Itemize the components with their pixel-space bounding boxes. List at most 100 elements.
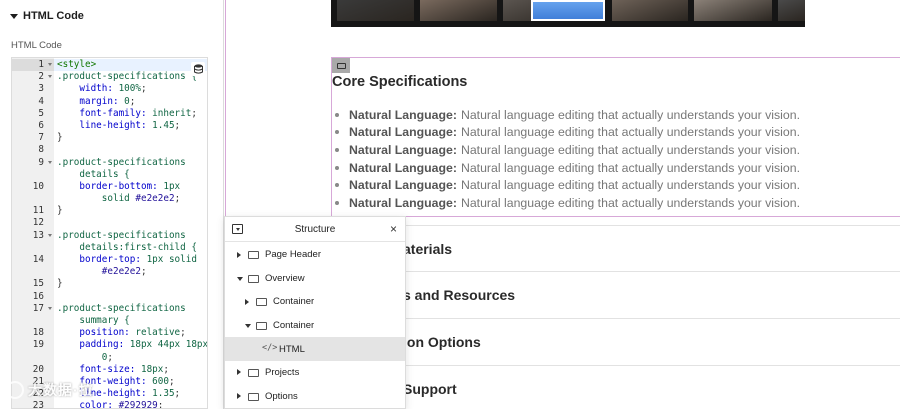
- fold-arrow-icon[interactable]: [48, 75, 52, 79]
- caret-right-icon[interactable]: [237, 369, 241, 376]
- code-token: .product-specifications: [57, 229, 186, 241]
- code-line[interactable]: 8: [12, 144, 207, 156]
- code-token: solid: [168, 254, 197, 265]
- accordion-item[interactable]: s and Resources: [331, 272, 900, 319]
- html-code-section-header[interactable]: HTML Code: [10, 9, 84, 23]
- code-text: margin: 0;: [54, 96, 135, 108]
- gallery-thumbnail[interactable]: [420, 0, 497, 21]
- structure-item-projects[interactable]: Projects: [225, 361, 405, 385]
- structure-item-label: Options: [265, 390, 298, 402]
- code-line[interactable]: 6 line-height: 1.45;: [12, 120, 207, 132]
- code-line[interactable]: 5 font-family: inherit;: [12, 108, 207, 120]
- code-line[interactable]: 7}: [12, 132, 207, 144]
- code-lines[interactable]: 1 <style> 2 .product-specifications {3 widt…: [12, 59, 207, 409]
- line-number: 8: [38, 144, 44, 156]
- code-line[interactable]: 10 border-bottom: 1px: [12, 181, 207, 193]
- fold-arrow-icon[interactable]: [48, 160, 52, 164]
- code-line[interactable]: 1 <style>: [12, 59, 207, 72]
- code-token: inherit: [152, 107, 192, 119]
- code-token: ;: [174, 388, 181, 400]
- code-line[interactable]: 3 width: 100%;: [12, 83, 207, 95]
- close-icon[interactable]: ×: [390, 222, 397, 236]
- code-token: }: [57, 205, 63, 217]
- container-icon: [248, 274, 259, 283]
- caret-down-icon[interactable]: [237, 276, 243, 281]
- structure-item-label: Page Header: [265, 249, 321, 261]
- accordion-item[interactable]: Support: [331, 366, 900, 409]
- container-icon: [248, 392, 259, 401]
- code-token: ;: [157, 400, 164, 409]
- code-text: border-bottom: 1px: [54, 181, 180, 193]
- code-token: .product-specifications {: [57, 71, 197, 83]
- structure-item-container[interactable]: Container: [225, 290, 405, 314]
- line-number: 12: [32, 217, 44, 229]
- line-number: [12, 193, 54, 205]
- code-token: padding:: [57, 339, 130, 351]
- watermark: 大数据·拉: [6, 380, 94, 400]
- code-line[interactable]: details {: [12, 169, 207, 181]
- gallery-thumbnail[interactable]: [612, 0, 688, 21]
- code-line[interactable]: 0;: [12, 352, 207, 364]
- code-line[interactable]: #e2e2e2;: [12, 266, 207, 278]
- structure-panel: Structure × Page Header Overview Container…: [224, 216, 406, 409]
- accordion-item-title: aterials: [403, 240, 453, 257]
- code-editor[interactable]: 1 <style> 2 .product-specifications {3 widt…: [11, 57, 208, 409]
- code-line[interactable]: summary {: [12, 315, 207, 327]
- structure-item-page-header[interactable]: Page Header: [225, 243, 405, 267]
- caret-down-icon[interactable]: [245, 323, 251, 328]
- structure-item-html[interactable]: </> HTML: [225, 337, 405, 361]
- code-line[interactable]: 2 .product-specifications {: [12, 71, 207, 83]
- code-line[interactable]: 19 padding: 18px 44px 18px: [12, 339, 207, 351]
- structure-item-container[interactable]: Container: [225, 314, 405, 338]
- code-line[interactable]: 13 .product-specifications: [12, 230, 207, 242]
- caret-down-icon[interactable]: [10, 13, 18, 19]
- code-line[interactable]: 14 border-top: 1px solid: [12, 254, 207, 266]
- line-number: 9: [12, 157, 54, 169]
- section-title: HTML Code: [23, 10, 84, 22]
- code-line[interactable]: solid #e2e2e2;: [12, 193, 207, 205]
- code-token: ;: [129, 95, 136, 107]
- code-line[interactable]: 12: [12, 217, 207, 229]
- accordion-item[interactable]: ion Options: [331, 319, 900, 366]
- code-line[interactable]: 18 position: relative;: [12, 327, 207, 339]
- caret-right-icon[interactable]: [237, 393, 241, 400]
- fold-arrow-icon[interactable]: [48, 63, 52, 66]
- accordion-item[interactable]: aterials: [331, 225, 900, 272]
- structure-item-overview[interactable]: Overview: [225, 267, 405, 291]
- code-token: ;: [163, 363, 169, 375]
- element-type-icon[interactable]: [332, 58, 350, 73]
- code-token: ;: [140, 83, 147, 95]
- structure-item-options[interactable]: Options: [225, 385, 405, 408]
- spec-list-item: Natural Language: Natural language editin…: [332, 194, 900, 212]
- code-token: ;: [174, 193, 181, 205]
- gallery-thumbnail[interactable]: [337, 0, 414, 21]
- caret-right-icon[interactable]: [245, 298, 249, 305]
- code-line[interactable]: 4 margin: 0;: [12, 96, 207, 108]
- thumbnail-gallery: [331, 0, 805, 27]
- accordion-item-title: s and Resources: [403, 287, 516, 303]
- code-token: }: [57, 278, 63, 290]
- fold-arrow-icon[interactable]: [48, 233, 52, 237]
- code-line[interactable]: 11}: [12, 205, 207, 217]
- code-line[interactable]: 15}: [12, 278, 207, 290]
- line-number: 14: [32, 254, 44, 265]
- code-token: font-size:: [57, 363, 141, 375]
- database-icon[interactable]: [191, 62, 205, 76]
- code-token: ;: [140, 266, 147, 278]
- selected-html-element[interactable]: Core Specifications Natural Language: Nat…: [331, 57, 900, 217]
- caret-right-icon[interactable]: [237, 251, 241, 258]
- spec-label: Natural Language:: [349, 142, 457, 157]
- code-line[interactable]: 16: [12, 291, 207, 303]
- gallery-thumbnail[interactable]: [778, 0, 805, 21]
- code-line[interactable]: 9 .product-specifications: [12, 157, 207, 169]
- container-icon: [256, 321, 267, 330]
- code-line[interactable]: 23 color: #292929;: [12, 400, 207, 409]
- line-number: [12, 242, 54, 254]
- gallery-thumbnail-selected[interactable]: [531, 0, 605, 21]
- code-line[interactable]: 20 font-size: 18px;: [12, 364, 207, 376]
- fold-arrow-icon[interactable]: [48, 306, 52, 310]
- code-line[interactable]: details:first-child {: [12, 242, 207, 254]
- gallery-thumbnail[interactable]: [694, 0, 772, 21]
- code-line[interactable]: 17 .product-specifications: [12, 303, 207, 315]
